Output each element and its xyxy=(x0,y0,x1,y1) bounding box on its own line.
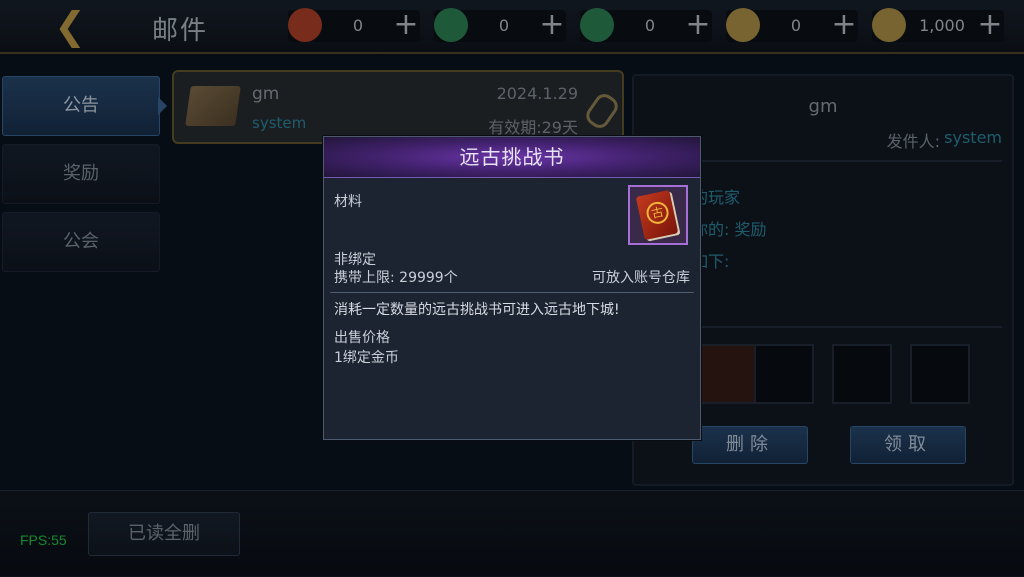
item-carry-limit: 携带上限: 29999个 xyxy=(334,270,458,286)
book-icon: 古 xyxy=(635,189,679,241)
item-price-value: 1绑定金币 xyxy=(334,350,399,366)
item-bind-status: 非绑定 xyxy=(334,252,376,268)
divider xyxy=(330,292,694,293)
item-storage-note: 可放入账号仓库 xyxy=(592,270,690,286)
ancient-challenge-book-icon: 古 xyxy=(628,185,688,245)
book-glyph: 古 xyxy=(644,199,671,226)
item-tooltip: 远古挑战书 材料 古 非绑定 携带上限: 29999个 可放入账号仓库 消耗一定… xyxy=(323,136,701,440)
item-type: 材料 xyxy=(334,194,362,210)
item-description: 消耗一定数量的远古挑战书可进入远古地下城! xyxy=(334,302,620,318)
item-price-label: 出售价格 xyxy=(334,330,390,346)
item-title: 远古挑战书 xyxy=(324,137,700,178)
